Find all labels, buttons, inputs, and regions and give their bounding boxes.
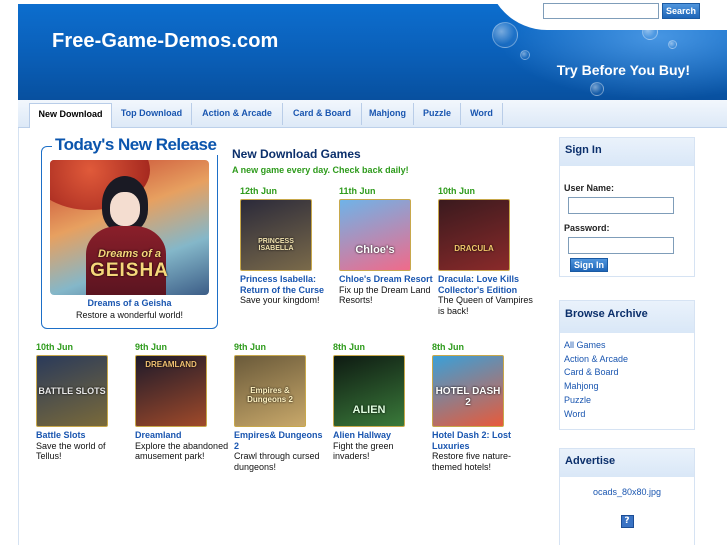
- thumbnail-caption: DREAMLAND: [145, 360, 197, 369]
- tab-top-download[interactable]: Top Download: [112, 103, 192, 125]
- archive-panel: Browse Archive All Games Action & Arcade…: [559, 300, 695, 430]
- game-thumbnail[interactable]: ALIEN: [333, 355, 405, 427]
- game-title-link[interactable]: Empires& Dungeons 2: [234, 430, 330, 451]
- decor-bubble: [590, 82, 604, 96]
- tab-mahjong[interactable]: Mahjong: [362, 103, 414, 125]
- game-description: Save your kingdom!: [240, 295, 320, 305]
- game-date: 11th Jun: [339, 186, 376, 196]
- game-card: 9th Jun Empires & Dungeons 2 Empires& Du…: [234, 342, 330, 472]
- archive-link-all-games[interactable]: All Games: [564, 339, 690, 353]
- game-date: 8th Jun: [432, 342, 465, 352]
- tab-word[interactable]: Word: [461, 103, 503, 125]
- game-date: 9th Jun: [234, 342, 267, 352]
- game-title-link[interactable]: Dracula: Love Kills Collector's Edition: [438, 274, 534, 295]
- signin-panel: Sign In User Name: Password: Sign In: [559, 137, 695, 277]
- site-logo-title[interactable]: Free-Game-Demos.com: [52, 30, 278, 53]
- game-thumbnail[interactable]: DREAMLAND: [135, 355, 207, 427]
- tab-new-download[interactable]: New Download: [29, 103, 112, 128]
- game-card: 10th Jun DRACULA Dracula: Love Kills Col…: [438, 186, 534, 316]
- featured-game-description: Restore a wonderful world!: [75, 310, 184, 320]
- game-thumbnail[interactable]: Chloe's: [339, 199, 411, 271]
- tab-puzzle[interactable]: Puzzle: [414, 103, 461, 125]
- game-description: Fight the green invaders!: [333, 440, 394, 462]
- archive-link-action-arcade[interactable]: Action & Arcade: [564, 353, 690, 367]
- archive-link-puzzle[interactable]: Puzzle: [564, 394, 690, 408]
- tab-card-board[interactable]: Card & Board: [283, 103, 362, 125]
- game-card: 9th Jun DREAMLAND Dreamland Explore the …: [135, 342, 231, 462]
- game-card: 11th Jun Chloe's Chloe's Dream Resort Fi…: [339, 186, 435, 306]
- search-button[interactable]: Search: [662, 3, 700, 19]
- archive-heading: Browse Archive: [560, 301, 694, 333]
- thumbnail-caption: BATTLE SLOTS: [38, 386, 106, 396]
- header-top-edge: [18, 0, 498, 4]
- game-title-link[interactable]: Chloe's Dream Resort: [339, 274, 435, 285]
- archive-link-card-board[interactable]: Card & Board: [564, 366, 690, 380]
- thumbnail-caption: HOTEL DASH 2: [435, 386, 501, 408]
- thumbnail-caption: ALIEN: [352, 404, 386, 416]
- signin-heading: Sign In: [560, 138, 694, 166]
- game-description: The Queen of Vampires is back!: [438, 295, 533, 316]
- game-description: Restore five nature-themed hotels!: [432, 451, 512, 472]
- game-thumbnail[interactable]: PRINCESS ISABELLA: [240, 199, 312, 271]
- thumbnail-caption: PRINCESS ISABELLA: [258, 238, 294, 252]
- game-description: Crawl through cursed dungeons!: [234, 451, 320, 472]
- featured-art-title-line2: GEISHA: [90, 260, 169, 281]
- featured-heading: Today's New Release: [52, 135, 220, 155]
- game-title-link[interactable]: Hotel Dash 2: Lost Luxuries: [432, 430, 528, 451]
- password-label: Password:: [564, 223, 610, 233]
- game-thumbnail[interactable]: DRACULA: [438, 199, 510, 271]
- game-description: Fix up the Dream Land Resorts!: [339, 284, 431, 306]
- game-card: 8th Jun HOTEL DASH 2 Hotel Dash 2: Lost …: [432, 342, 528, 472]
- main-nav: New Download Top Download Action & Arcad…: [18, 100, 727, 128]
- decor-bubble: [520, 50, 530, 60]
- game-card: 10th Jun BATTLE SLOTS Battle Slots Save …: [36, 342, 132, 462]
- thumbnail-caption: Empires & Dungeons 2: [247, 386, 293, 404]
- ad-image-placeholder[interactable]: ocads_80x80.jpg: [564, 487, 690, 497]
- game-date: 10th Jun: [36, 342, 74, 352]
- username-field[interactable]: [568, 197, 674, 214]
- game-thumbnail[interactable]: Empires & Dungeons 2: [234, 355, 306, 427]
- decor-bubble: [668, 40, 677, 49]
- content-left-border: [18, 128, 19, 545]
- signin-form: User Name: Password: Sign In: [560, 166, 694, 276]
- search-input[interactable]: [543, 3, 659, 19]
- game-date: 9th Jun: [135, 342, 168, 352]
- game-title-link[interactable]: Princess Isabella: Return of the Curse: [240, 274, 336, 295]
- broken-image-icon: ?: [620, 515, 634, 528]
- game-thumbnail[interactable]: HOTEL DASH 2: [432, 355, 504, 427]
- section-subheading: A new game every day. Check back daily!: [232, 165, 409, 175]
- archive-link-mahjong[interactable]: Mahjong: [564, 380, 690, 394]
- site-tagline: Try Before You Buy!: [556, 62, 690, 78]
- featured-game-image[interactable]: Dreams of a GEISHA: [50, 160, 209, 295]
- signin-button[interactable]: Sign In: [570, 258, 608, 272]
- game-title-link[interactable]: Battle Slots: [36, 430, 132, 441]
- decor-bubble: [492, 22, 518, 48]
- password-field[interactable]: [568, 237, 674, 254]
- featured-game-link[interactable]: Dreams of a Geisha: [41, 298, 218, 308]
- game-thumbnail[interactable]: BATTLE SLOTS: [36, 355, 108, 427]
- game-card: 8th Jun ALIEN Alien Hallway Fight the gr…: [333, 342, 429, 462]
- username-label: User Name:: [564, 183, 615, 193]
- game-date: 10th Jun: [438, 186, 476, 196]
- advertise-body: ocads_80x80.jpg ?: [560, 477, 694, 545]
- advertise-heading: Advertise: [560, 449, 694, 477]
- game-date: 8th Jun: [333, 342, 366, 352]
- thumbnail-caption: DRACULA: [454, 244, 494, 253]
- featured-art-title-line1: Dreams of a: [98, 248, 161, 260]
- archive-links: All Games Action & Arcade Card & Board M…: [560, 333, 694, 429]
- game-date: 12th Jun: [240, 186, 278, 196]
- game-description: Save the world of Tellus!: [36, 440, 106, 462]
- section-heading: New Download Games: [232, 147, 361, 161]
- header-left-margin: [0, 0, 18, 100]
- archive-link-word[interactable]: Word: [564, 408, 690, 422]
- game-description: Explore the abandoned amusement park!: [135, 440, 229, 462]
- game-card: 12th Jun PRINCESS ISABELLA Princess Isab…: [240, 186, 336, 306]
- geisha-face: [110, 192, 140, 226]
- thumbnail-caption: Chloe's: [355, 244, 395, 256]
- game-title-link[interactable]: Dreamland: [135, 430, 231, 441]
- advertise-panel: Advertise ocads_80x80.jpg ?: [559, 448, 695, 545]
- tab-action-arcade[interactable]: Action & Arcade: [192, 103, 283, 125]
- game-title-link[interactable]: Alien Hallway: [333, 430, 429, 441]
